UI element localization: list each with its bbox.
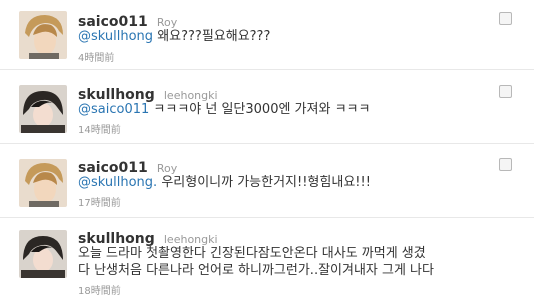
tweet-body-line: 오늘 드라마 첫촬영한다 긴장된다잠도안온다 대사도 까먹게 생겼 <box>78 246 426 261</box>
tweet-body: 우리형이니까 가능한거지!!형힘내요!!! <box>157 175 371 190</box>
tweet-timestamp[interactable]: 4時間前 <box>78 49 114 64</box>
tweet-timestamp[interactable]: 18時間前 <box>78 282 121 297</box>
mention-link[interactable]: @saico011 <box>78 102 149 117</box>
tweet-text: @saico011 ㅋㅋㅋ야 넌 일단3000엔 가져와 ㅋㅋㅋ <box>78 101 518 118</box>
tweet-item: saico011 Roy @skullhong. 우리형이니까 가능한거지!!형… <box>0 144 534 218</box>
user-avatar[interactable] <box>19 85 67 133</box>
tweet-body: ㅋㅋㅋ야 넌 일단3000엔 가져와 ㅋㅋㅋ <box>149 102 371 117</box>
user-avatar[interactable] <box>19 159 67 207</box>
mention-link[interactable]: @skullhong <box>78 29 153 44</box>
tweet-item: saico011 Roy @skullhong 왜요???필요해요??? 4時間… <box>0 0 534 70</box>
tweet-item: skullhong leehongki @saico011 ㅋㅋㅋ야 넌 일단3… <box>0 70 534 144</box>
tweet-text: @skullhong 왜요???필요해요??? <box>78 28 518 45</box>
avatar-photo-icon <box>19 230 67 278</box>
tweet-body: 왜요???필요해요??? <box>153 29 271 44</box>
tweet-text: 오늘 드라마 첫촬영한다 긴장된다잠도안온다 대사도 까먹게 생겼 다 난생처음… <box>78 245 518 279</box>
avatar-photo-icon <box>19 11 67 59</box>
tweet-body-line: 다 난생처음 다른나라 언어로 하니까그런가..잘이겨내자 그게 나다 <box>78 263 434 278</box>
tweet-timeline: saico011 Roy @skullhong 왜요???필요해요??? 4時間… <box>0 0 534 301</box>
tweet-item: skullhong leehongki 오늘 드라마 첫촬영한다 긴장된다잠도안… <box>0 218 534 301</box>
avatar-photo-icon <box>19 159 67 207</box>
favorite-star-icon[interactable] <box>499 85 512 98</box>
tweet-timestamp[interactable]: 14時間前 <box>78 121 121 136</box>
user-avatar[interactable] <box>19 230 67 278</box>
tweet-timestamp[interactable]: 17時間前 <box>78 194 121 209</box>
favorite-star-icon[interactable] <box>499 12 512 25</box>
avatar-photo-icon <box>19 85 67 133</box>
favorite-star-icon[interactable] <box>499 158 512 171</box>
tweet-text: @skullhong. 우리형이니까 가능한거지!!형힘내요!!! <box>78 174 518 191</box>
mention-link[interactable]: @skullhong. <box>78 175 157 190</box>
user-avatar[interactable] <box>19 11 67 59</box>
